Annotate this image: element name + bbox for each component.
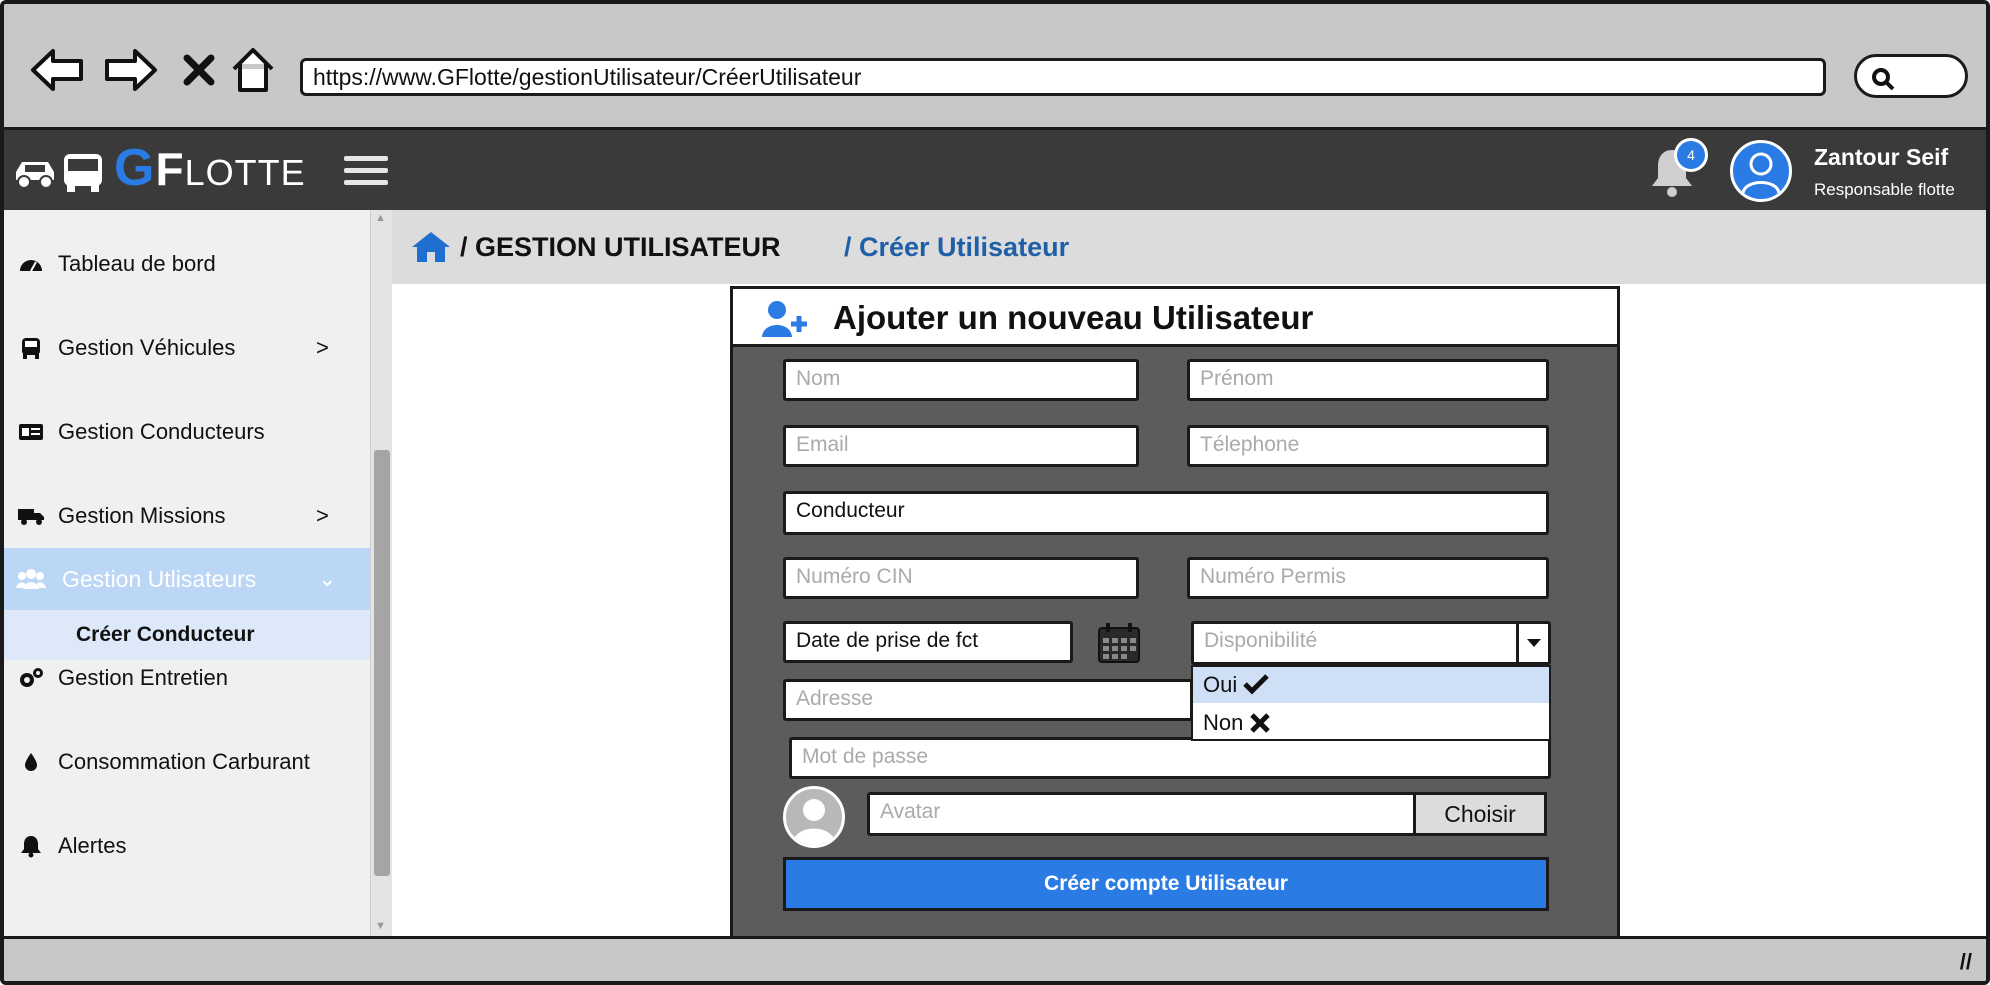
prenom-input[interactable]: Prénom bbox=[1187, 359, 1549, 401]
sidebar-item-gestion-entretien[interactable]: Gestion Entretien bbox=[4, 650, 370, 706]
sidebar-scrollbar[interactable]: ▲ ▼ bbox=[370, 210, 392, 936]
close-icon[interactable] bbox=[168, 40, 230, 100]
browser-status-bar: // bbox=[4, 936, 1986, 981]
gears-icon bbox=[16, 663, 46, 693]
user-role: Responsable flotte bbox=[1814, 180, 1955, 199]
nom-input[interactable]: Nom bbox=[783, 359, 1139, 401]
check-icon bbox=[1243, 674, 1270, 695]
logo-letter-f: F bbox=[155, 143, 185, 195]
option-oui-label: Oui bbox=[1203, 672, 1238, 697]
scrollbar-thumb[interactable] bbox=[374, 450, 390, 876]
sidebar-item-gestion-utilisateurs[interactable]: Gestion Utlisateurs ⌄ bbox=[4, 548, 370, 610]
option-non[interactable]: Non bbox=[1193, 705, 1549, 741]
email-input[interactable]: Email bbox=[783, 425, 1139, 467]
choose-file-button[interactable]: Choisir bbox=[1413, 792, 1547, 836]
bus-icon bbox=[16, 333, 46, 363]
sidebar-item-label: Gestion Véhicules bbox=[58, 335, 236, 360]
forward-arrow-icon[interactable] bbox=[100, 40, 162, 100]
avatar-file-input[interactable]: Avatar bbox=[867, 792, 1417, 836]
sidebar: Tableau de bord Gestion Véhicules > Gest… bbox=[4, 210, 370, 936]
breadcrumb: / GESTION UTILISATEUR / Créer Utilisateu… bbox=[392, 210, 1986, 284]
disponibilite-placeholder: Disponibilité bbox=[1204, 629, 1318, 652]
cross-icon bbox=[1250, 713, 1271, 733]
date-prise-fonction-input[interactable]: Date de prise de fct bbox=[783, 621, 1073, 663]
logo-letter-g: G bbox=[114, 139, 156, 197]
menu-hamburger-icon[interactable] bbox=[344, 156, 388, 190]
numero-permis-input[interactable]: Numéro Permis bbox=[1187, 557, 1549, 599]
browser-search-box[interactable] bbox=[1854, 54, 1968, 98]
id-card-icon bbox=[16, 417, 46, 447]
sidebar-item-label: Gestion Entretien bbox=[58, 665, 228, 690]
numero-cin-input[interactable]: Numéro CIN bbox=[783, 557, 1139, 599]
users-icon bbox=[16, 564, 46, 594]
chevron-right-icon: > bbox=[316, 503, 329, 528]
scroll-down-icon[interactable]: ▼ bbox=[375, 920, 386, 932]
sidebar-item-alertes[interactable]: Alertes bbox=[4, 818, 370, 874]
avatar-preview-icon bbox=[783, 786, 845, 848]
disponibilite-dropdown-menu: Oui Non bbox=[1191, 665, 1551, 741]
sidebar-item-label: Tableau de bord bbox=[58, 251, 216, 276]
sidebar-item-label: Consommation Carburant bbox=[58, 749, 310, 774]
scroll-up-icon[interactable]: ▲ bbox=[375, 212, 386, 224]
browser-window: https://www.GFlotte/gestionUtilisateur/C… bbox=[0, 0, 1990, 985]
fuel-drop-icon bbox=[16, 747, 46, 777]
create-account-button[interactable]: Créer compte Utilisateur bbox=[783, 857, 1549, 911]
logo-rest: LOTTE bbox=[184, 152, 306, 193]
url-input[interactable]: https://www.GFlotte/gestionUtilisateur/C… bbox=[300, 58, 1826, 96]
dropdown-arrow-icon[interactable] bbox=[1516, 624, 1548, 662]
app-logo[interactable]: GFLOTTE bbox=[114, 138, 306, 198]
sidebar-item-gestion-conducteurs[interactable]: Gestion Conducteurs bbox=[4, 404, 370, 460]
home-icon[interactable] bbox=[222, 40, 284, 100]
dashboard-icon bbox=[16, 249, 46, 279]
user-avatar-icon[interactable] bbox=[1730, 140, 1792, 202]
form-title: Ajouter un nouveau Utilisateur bbox=[833, 299, 1314, 336]
resize-grip-icon[interactable]: // bbox=[1960, 949, 1972, 975]
user-name[interactable]: Zantour Seif bbox=[1814, 144, 1948, 171]
option-non-label: Non bbox=[1203, 710, 1244, 735]
chevron-right-icon: > bbox=[316, 335, 329, 360]
app-header: GFLOTTE 4 Zantour Seif Responsable flott… bbox=[4, 130, 1986, 210]
adresse-input[interactable]: Adresse bbox=[783, 679, 1193, 721]
option-oui[interactable]: Oui bbox=[1193, 667, 1549, 703]
chevron-down-icon: ⌄ bbox=[318, 566, 337, 591]
sidebar-item-label: Gestion Utlisateurs bbox=[62, 565, 257, 592]
password-input[interactable]: Mot de passe bbox=[789, 737, 1551, 779]
sidebar-item-consommation-carburant[interactable]: Consommation Carburant bbox=[4, 734, 370, 790]
home-icon[interactable] bbox=[410, 230, 452, 269]
sidebar-item-tableau-de-bord[interactable]: Tableau de bord bbox=[4, 236, 370, 292]
add-user-icon bbox=[761, 299, 811, 344]
add-user-form: Ajouter un nouveau Utilisateur Nom Préno… bbox=[730, 286, 1620, 936]
search-icon bbox=[1872, 68, 1895, 91]
bell-icon bbox=[16, 831, 46, 861]
logo-vehicles-icon bbox=[12, 150, 108, 199]
browser-toolbar: https://www.GFlotte/gestionUtilisateur/C… bbox=[4, 4, 1986, 130]
sidebar-item-label: Gestion Conducteurs bbox=[58, 419, 265, 444]
disponibilite-select[interactable]: Disponibilité bbox=[1191, 621, 1551, 665]
notification-badge: 4 bbox=[1674, 138, 1708, 172]
breadcrumb-current: / Créer Utilisateur bbox=[844, 232, 1070, 262]
calendar-icon[interactable] bbox=[1097, 622, 1141, 669]
sidebar-item-label: Gestion Missions bbox=[58, 503, 226, 528]
role-select[interactable]: Conducteur bbox=[783, 491, 1549, 535]
sidebar-item-label: Alertes bbox=[58, 833, 127, 858]
back-arrow-icon[interactable] bbox=[26, 40, 88, 100]
sidebar-item-gestion-missions[interactable]: Gestion Missions > bbox=[4, 488, 370, 544]
breadcrumb-section[interactable]: / GESTION UTILISATEUR bbox=[460, 232, 781, 263]
sidebar-item-gestion-vehicules[interactable]: Gestion Véhicules > bbox=[4, 320, 370, 376]
telephone-input[interactable]: Télephone bbox=[1187, 425, 1549, 467]
form-header: Ajouter un nouveau Utilisateur bbox=[733, 289, 1617, 347]
truck-icon bbox=[16, 501, 46, 531]
